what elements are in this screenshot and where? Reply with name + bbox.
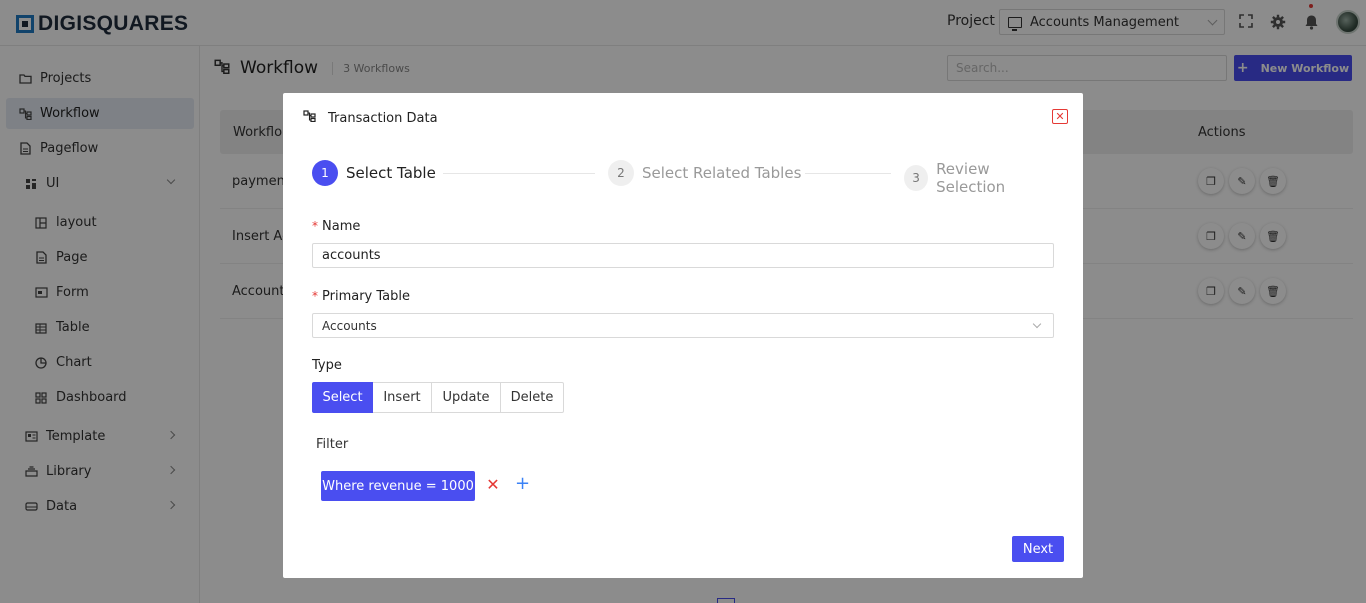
- next-button[interactable]: Next: [1012, 536, 1064, 562]
- primary-table-value: Accounts: [322, 318, 377, 333]
- step-number: 2: [608, 160, 634, 186]
- filter-condition-button[interactable]: Where revenue = 1000: [321, 471, 475, 501]
- add-filter-icon[interactable]: +: [515, 475, 530, 493]
- step-review-selection[interactable]: 3 Review Selection: [904, 160, 1054, 196]
- step-label: Select Table: [346, 164, 436, 182]
- modal-header: Transaction Data: [303, 110, 438, 126]
- type-option-delete[interactable]: Delete: [501, 382, 564, 413]
- workflow-icon: [303, 110, 316, 126]
- primary-table-select[interactable]: Accounts: [312, 313, 1054, 338]
- required-mark: *: [312, 289, 318, 303]
- step-label: Select Related Tables: [642, 164, 802, 182]
- type-option-update[interactable]: Update: [432, 382, 501, 413]
- name-label-text: Name: [322, 219, 361, 234]
- name-label: * Name: [312, 219, 360, 234]
- primary-table-label-text: Primary Table: [322, 289, 410, 304]
- close-icon[interactable]: ✕: [1052, 109, 1068, 124]
- modal-title: Transaction Data: [328, 110, 438, 126]
- type-option-select[interactable]: Select: [312, 382, 373, 413]
- name-input[interactable]: [312, 243, 1054, 268]
- required-mark: *: [312, 219, 318, 233]
- step-select-table[interactable]: 1 Select Table: [312, 160, 436, 186]
- transaction-modal: Transaction Data ✕ 1 Select Table 2 Sele…: [283, 93, 1083, 578]
- type-option-insert[interactable]: Insert: [373, 382, 432, 413]
- primary-table-label: * Primary Table: [312, 289, 410, 304]
- filter-label: Filter: [316, 437, 349, 452]
- step-label: Review Selection: [936, 160, 1006, 196]
- step-connector: [443, 173, 595, 174]
- chevron-down-icon: [1032, 319, 1042, 329]
- stepper: 1 Select Table 2 Select Related Tables 3…: [312, 160, 1054, 196]
- type-label: Type: [312, 358, 342, 373]
- step-select-related-tables[interactable]: 2 Select Related Tables: [608, 160, 801, 186]
- type-segmented-control: Select Insert Update Delete: [312, 382, 564, 413]
- step-number: 1: [312, 160, 338, 186]
- step-number: 3: [904, 165, 929, 191]
- step-connector: [805, 173, 891, 174]
- remove-filter-icon[interactable]: ✕: [486, 476, 500, 494]
